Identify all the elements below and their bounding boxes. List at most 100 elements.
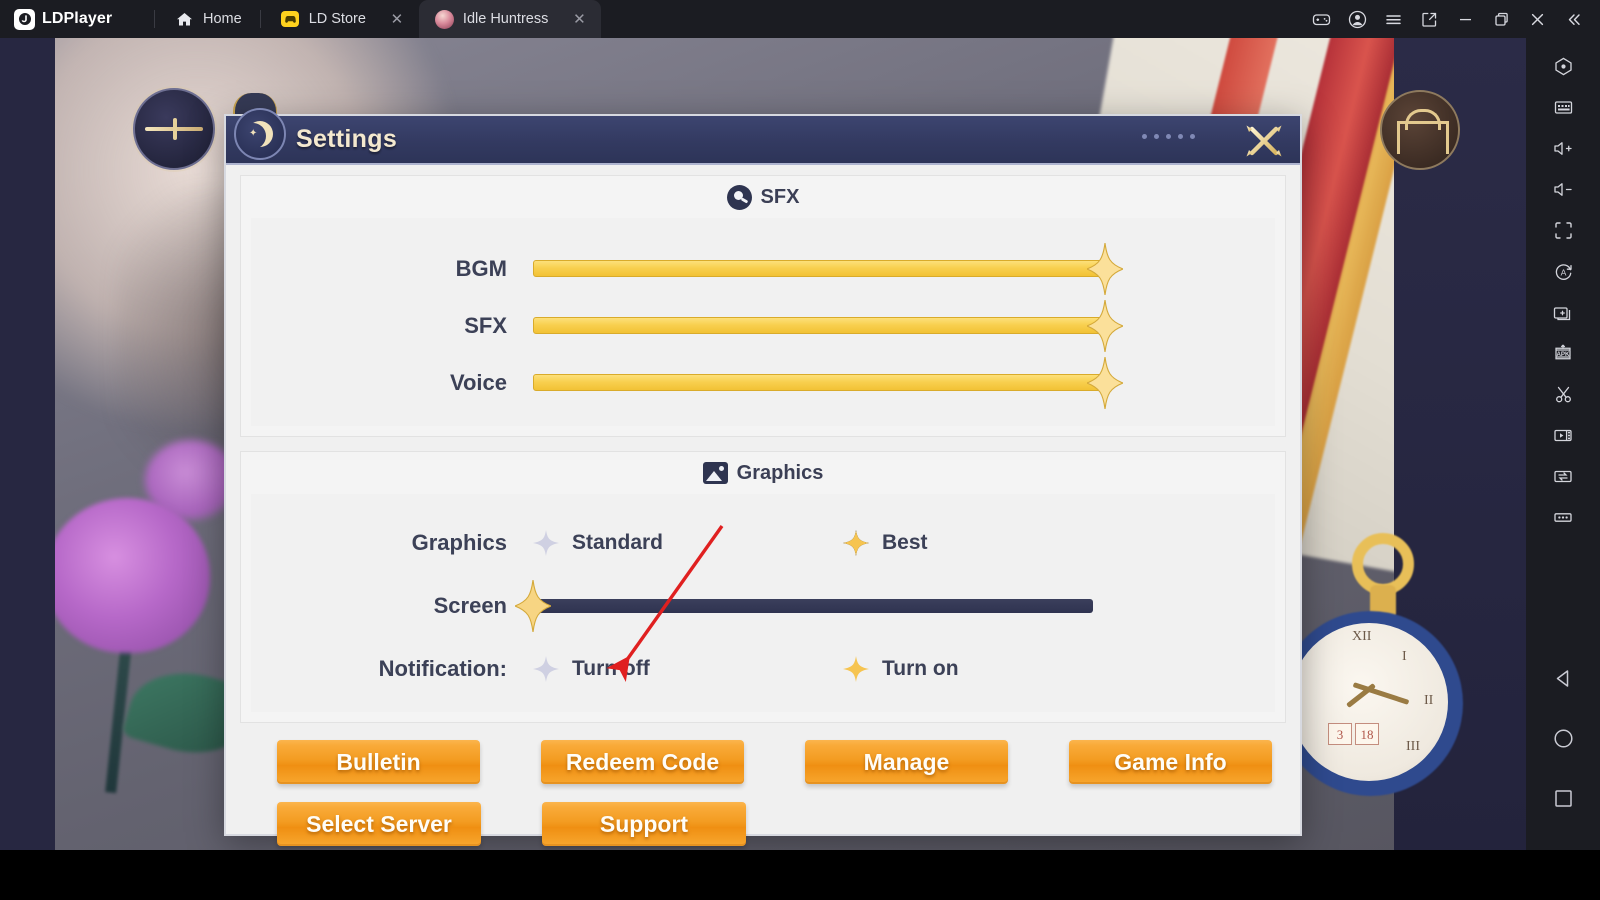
close-dialog-button[interactable] bbox=[1240, 119, 1288, 163]
screen-slider-label: Screen bbox=[433, 593, 507, 618]
new-window-icon[interactable] bbox=[1412, 0, 1446, 38]
tab-home[interactable]: Home bbox=[159, 0, 256, 38]
app-root: LDPlayer Home LD Store ✕ Idle Huntress ✕… bbox=[0, 0, 1600, 900]
graphics-quality-row: Graphics Standard Best bbox=[251, 512, 1275, 574]
sfx-section-header: SFX bbox=[241, 176, 1285, 218]
select-server-button[interactable]: Select Server bbox=[277, 802, 481, 846]
scissors-icon[interactable] bbox=[1526, 374, 1600, 415]
game-avatar-icon bbox=[434, 9, 454, 29]
letterbox-bottom bbox=[0, 850, 1600, 900]
menu-icon[interactable] bbox=[1376, 0, 1410, 38]
brand-name: LDPlayer bbox=[42, 10, 113, 27]
slider-label-bgm: BGM bbox=[455, 255, 507, 281]
clock-date-day: 3 bbox=[1328, 723, 1352, 745]
screen-slider-handle[interactable] bbox=[515, 580, 551, 632]
screen-slider-row: Screen bbox=[251, 574, 1275, 638]
notification-row: Notification: Turn off Turn on bbox=[251, 638, 1275, 700]
viewport-left-band bbox=[0, 38, 55, 850]
android-back-icon[interactable] bbox=[1526, 648, 1600, 708]
clock-numeral: II bbox=[1424, 693, 1434, 708]
bgm-slider[interactable] bbox=[533, 242, 1123, 295]
support-button-label: Support bbox=[599, 810, 689, 837]
support-button[interactable]: Support bbox=[542, 802, 746, 846]
collapse-icon[interactable] bbox=[1556, 0, 1590, 38]
video-record-icon[interactable] bbox=[1526, 415, 1600, 456]
settings-dialog-header: ✦ Settings bbox=[226, 108, 1300, 165]
notification-label: Notification: bbox=[378, 656, 507, 681]
radio-star-icon-selected bbox=[843, 656, 869, 682]
auto-rotate-icon[interactable]: A bbox=[1526, 251, 1600, 292]
tab-idle-huntress-label: Idle Huntress bbox=[462, 11, 549, 27]
graphics-section-content: Graphics Standard Best Screen Notificati… bbox=[251, 494, 1275, 712]
bulletin-button[interactable]: Bulletin bbox=[277, 740, 480, 784]
sfx-slider-handle[interactable] bbox=[1087, 299, 1123, 352]
apk-install-icon[interactable]: APK bbox=[1526, 333, 1600, 374]
slider-label-sfx: SFX bbox=[464, 312, 507, 338]
radio-star-icon-selected bbox=[843, 530, 869, 556]
action-button-row-2: Select Server Support bbox=[254, 793, 1272, 850]
redeem-code-button[interactable]: Redeem Code bbox=[541, 740, 744, 784]
clock-numeral: XII bbox=[1352, 629, 1372, 644]
dialog-action-buttons: Bulletin Redeem Code Manage Game Info Se… bbox=[240, 723, 1286, 850]
notification-option-off[interactable]: Turn off bbox=[533, 656, 843, 682]
audio-disc-icon bbox=[726, 184, 752, 210]
ldplayer-logo-icon bbox=[14, 8, 35, 30]
voice-slider[interactable] bbox=[533, 356, 1123, 409]
pentagon-record-icon[interactable] bbox=[1526, 46, 1600, 87]
account-icon[interactable] bbox=[1340, 0, 1374, 38]
moon-icon: ✦ bbox=[234, 108, 286, 160]
close-icon[interactable] bbox=[1520, 0, 1554, 38]
clock-date-num: 18 bbox=[1355, 723, 1379, 745]
minimize-icon[interactable] bbox=[1448, 0, 1482, 38]
tab-ld-store[interactable]: LD Store ✕ bbox=[265, 0, 419, 38]
select-server-button-label: Select Server bbox=[306, 810, 452, 837]
graphics-section-title: Graphics bbox=[736, 461, 824, 484]
sfx-section-title: SFX bbox=[760, 185, 800, 208]
slider-row-voice: Voice bbox=[251, 354, 1275, 411]
android-recents-icon[interactable] bbox=[1526, 768, 1600, 828]
emulator-sidebar: A APK bbox=[1526, 38, 1600, 850]
manage-button[interactable]: Manage bbox=[805, 740, 1008, 784]
tab-ld-store-close-icon[interactable]: ✕ bbox=[389, 12, 405, 27]
tab-idle-huntress-close-icon[interactable]: ✕ bbox=[571, 12, 587, 27]
image-icon bbox=[702, 462, 728, 484]
tab-home-label: Home bbox=[203, 11, 242, 27]
volume-up-icon[interactable] bbox=[1526, 128, 1600, 169]
multi-instance-icon[interactable] bbox=[1526, 292, 1600, 333]
screen-slider[interactable] bbox=[515, 580, 1093, 632]
temple-emblem-icon[interactable] bbox=[1380, 90, 1460, 170]
tab-strip: Home LD Store ✕ Idle Huntress ✕ bbox=[159, 0, 602, 38]
graphics-option-best-label: Best bbox=[882, 531, 928, 554]
divider bbox=[259, 10, 261, 28]
volume-down-icon[interactable] bbox=[1526, 169, 1600, 210]
divider bbox=[154, 10, 155, 28]
file-transfer-icon[interactable] bbox=[1526, 456, 1600, 497]
bgm-slider-handle[interactable] bbox=[1087, 242, 1123, 295]
store-icon bbox=[281, 10, 300, 29]
graphics-section-header: Graphics bbox=[241, 452, 1285, 494]
android-home-icon[interactable] bbox=[1526, 708, 1600, 768]
voice-slider-handle[interactable] bbox=[1087, 356, 1123, 409]
emulator-viewport: XII I II III 3 18 Inn bbox=[0, 38, 1526, 850]
radio-star-icon-unselected bbox=[533, 530, 559, 556]
sfx-slider[interactable] bbox=[533, 299, 1123, 352]
gamepad-icon[interactable] bbox=[1304, 0, 1338, 38]
title-bar: LDPlayer Home LD Store ✕ Idle Huntress ✕ bbox=[0, 0, 1600, 38]
svg-text:APK: APK bbox=[1556, 351, 1570, 358]
maximize-icon[interactable] bbox=[1484, 0, 1518, 38]
settings-dialog-title: Settings bbox=[296, 125, 398, 153]
tab-idle-huntress[interactable]: Idle Huntress ✕ bbox=[418, 0, 602, 38]
notification-option-on[interactable]: Turn on bbox=[843, 656, 959, 682]
keyboard-icon[interactable] bbox=[1526, 87, 1600, 128]
graphics-option-best[interactable]: Best bbox=[843, 530, 928, 556]
radio-star-icon-unselected bbox=[533, 656, 559, 682]
game-info-button[interactable]: Game Info bbox=[1069, 740, 1272, 784]
graphics-option-standard[interactable]: Standard bbox=[533, 530, 843, 556]
scene-pocket-watch: XII I II III 3 18 bbox=[1278, 533, 1475, 796]
more-options-icon[interactable] bbox=[1526, 497, 1600, 538]
slider-row-sfx: SFX bbox=[251, 297, 1275, 354]
fullscreen-icon[interactable] bbox=[1526, 210, 1600, 251]
sword-emblem-icon[interactable] bbox=[133, 88, 215, 170]
manage-button-label: Manage bbox=[863, 748, 950, 775]
notification-option-off-label: Turn off bbox=[572, 657, 650, 680]
